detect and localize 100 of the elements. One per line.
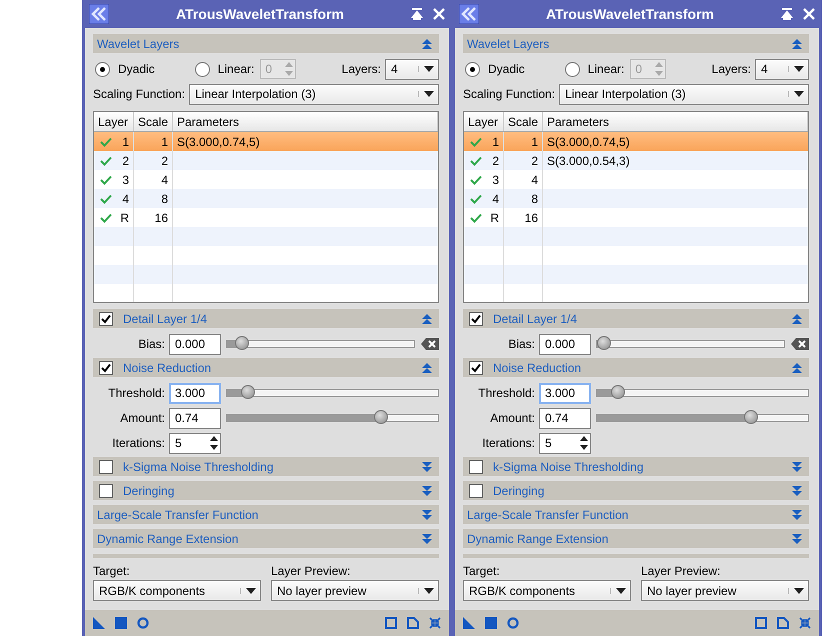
value-field[interactable]: 0.74 bbox=[539, 408, 591, 428]
column-header[interactable]: Parameters bbox=[173, 112, 438, 131]
slider-handle[interactable] bbox=[234, 336, 249, 350]
collapse-arrows-icon[interactable] bbox=[429, 617, 441, 629]
back-arrow-icon[interactable] bbox=[459, 4, 479, 24]
close-icon[interactable] bbox=[803, 8, 815, 20]
radio-option[interactable]: Linear: bbox=[194, 62, 254, 76]
document-icon[interactable] bbox=[777, 617, 789, 629]
window-icon[interactable] bbox=[385, 617, 397, 629]
shade-icon[interactable] bbox=[411, 8, 423, 20]
document-icon[interactable] bbox=[407, 617, 419, 629]
circle-icon[interactable] bbox=[137, 617, 149, 629]
checkbox[interactable] bbox=[469, 484, 483, 498]
table-cell: 16 bbox=[154, 210, 168, 224]
checkbox[interactable] bbox=[99, 460, 113, 474]
collapse-icon[interactable] bbox=[421, 38, 433, 50]
checkbox[interactable] bbox=[469, 312, 483, 326]
close-icon[interactable] bbox=[433, 8, 445, 20]
field-label: Bias: bbox=[507, 337, 535, 351]
expand-icon[interactable] bbox=[791, 484, 803, 496]
expand-icon[interactable] bbox=[421, 484, 433, 496]
expand-icon[interactable] bbox=[421, 508, 433, 520]
checkbox[interactable] bbox=[469, 460, 483, 474]
collapse-icon[interactable] bbox=[791, 38, 803, 50]
section-title: k-Sigma Noise Thresholding bbox=[493, 460, 645, 474]
table-row[interactable]: 4 8 bbox=[464, 189, 808, 208]
value-field[interactable]: 0.000 bbox=[539, 334, 591, 354]
value-field[interactable]: 5 bbox=[539, 432, 591, 454]
table-cell: 1 bbox=[161, 134, 168, 148]
field-label: Amount: bbox=[119, 411, 165, 425]
collapse-icon[interactable] bbox=[791, 312, 803, 324]
radio-option[interactable]: Linear: bbox=[564, 62, 624, 76]
field-label: Bias: bbox=[137, 337, 165, 351]
circle-icon[interactable] bbox=[507, 617, 519, 629]
back-arrow-icon[interactable] bbox=[89, 4, 109, 24]
collapse-icon[interactable] bbox=[421, 362, 433, 374]
section-title: Wavelet Layers bbox=[97, 36, 180, 50]
table-row[interactable]: 2 2 bbox=[94, 151, 438, 170]
scaling-function-dropdown[interactable]: Linear Interpolation (3) bbox=[559, 84, 809, 104]
expand-icon[interactable] bbox=[791, 508, 803, 520]
column-header[interactable]: Scale bbox=[134, 112, 173, 131]
section-title: k-Sigma Noise Thresholding bbox=[123, 460, 275, 474]
section-title: Detail Layer 1/4 bbox=[123, 312, 208, 326]
value-field[interactable]: 3.000 bbox=[539, 382, 591, 404]
layers-label: Layers: bbox=[712, 62, 751, 76]
scaling-function-label: Scaling Function: bbox=[463, 87, 556, 101]
table-cell: 2 bbox=[531, 154, 538, 168]
target-label: Target: bbox=[93, 564, 131, 578]
table-row[interactable]: 1 1 S(3.000,0.74,5) bbox=[464, 132, 808, 151]
layers-dropdown[interactable]: 4 bbox=[755, 58, 809, 80]
radio-option[interactable]: Dyadic bbox=[465, 62, 525, 76]
table-cell: 2 bbox=[161, 154, 168, 168]
slider-handle[interactable] bbox=[241, 385, 256, 399]
target-dropdown[interactable]: RGB/K components bbox=[93, 580, 261, 601]
column-header[interactable]: Scale bbox=[504, 112, 543, 131]
table-row[interactable]: 1 1 S(3.000,0.74,5) bbox=[94, 132, 438, 151]
value-field[interactable]: 5 bbox=[169, 432, 221, 454]
layers-dropdown[interactable]: 4 bbox=[385, 58, 439, 80]
clear-icon[interactable] bbox=[791, 338, 809, 350]
clear-icon[interactable] bbox=[421, 338, 439, 350]
slider-handle[interactable] bbox=[611, 385, 626, 399]
column-header[interactable]: Parameters bbox=[543, 112, 808, 131]
layer-preview-dropdown[interactable]: No layer preview bbox=[641, 580, 809, 601]
scaling-function-dropdown[interactable]: Linear Interpolation (3) bbox=[189, 84, 439, 104]
slider-handle[interactable] bbox=[744, 410, 758, 424]
column-header[interactable]: Layer bbox=[464, 112, 504, 131]
value-field[interactable]: 0.000 bbox=[169, 334, 221, 354]
slider-handle[interactable] bbox=[597, 336, 612, 350]
table-cell: 16 bbox=[524, 210, 538, 224]
collapse-arrows-icon[interactable] bbox=[799, 617, 811, 629]
table-cell: 3 bbox=[122, 172, 129, 186]
table-cell: 4 bbox=[161, 172, 168, 186]
field-label: Threshold: bbox=[477, 386, 535, 400]
triangle-icon[interactable] bbox=[93, 617, 105, 629]
collapse-icon[interactable] bbox=[421, 312, 433, 324]
shade-icon[interactable] bbox=[781, 8, 793, 20]
section-title: Deringing bbox=[493, 484, 546, 498]
expand-icon[interactable] bbox=[421, 532, 433, 544]
checkbox[interactable] bbox=[99, 360, 113, 374]
table-row[interactable]: 2 2 S(3.000,0.54,3) bbox=[464, 151, 808, 170]
triangle-icon[interactable] bbox=[463, 617, 475, 629]
expand-icon[interactable] bbox=[791, 460, 803, 472]
table-row[interactable]: 4 8 bbox=[94, 189, 438, 208]
value-field[interactable]: 0.74 bbox=[169, 408, 221, 428]
radio-option[interactable]: Dyadic bbox=[95, 62, 155, 76]
checkbox[interactable] bbox=[99, 312, 113, 326]
expand-icon[interactable] bbox=[421, 460, 433, 472]
table-cell: 8 bbox=[161, 192, 168, 206]
field-label: Iterations: bbox=[111, 436, 165, 450]
value-field[interactable]: 3.000 bbox=[169, 382, 221, 404]
layers-label: Layers: bbox=[342, 62, 381, 76]
collapse-icon[interactable] bbox=[791, 362, 803, 374]
window-icon[interactable] bbox=[755, 617, 767, 629]
slider-handle[interactable] bbox=[374, 410, 388, 424]
checkbox[interactable] bbox=[469, 360, 483, 374]
expand-icon[interactable] bbox=[791, 532, 803, 544]
checkbox[interactable] bbox=[99, 484, 113, 498]
layer-preview-dropdown[interactable]: No layer preview bbox=[271, 580, 439, 601]
target-dropdown[interactable]: RGB/K components bbox=[463, 580, 631, 601]
column-header[interactable]: Layer bbox=[94, 112, 134, 131]
